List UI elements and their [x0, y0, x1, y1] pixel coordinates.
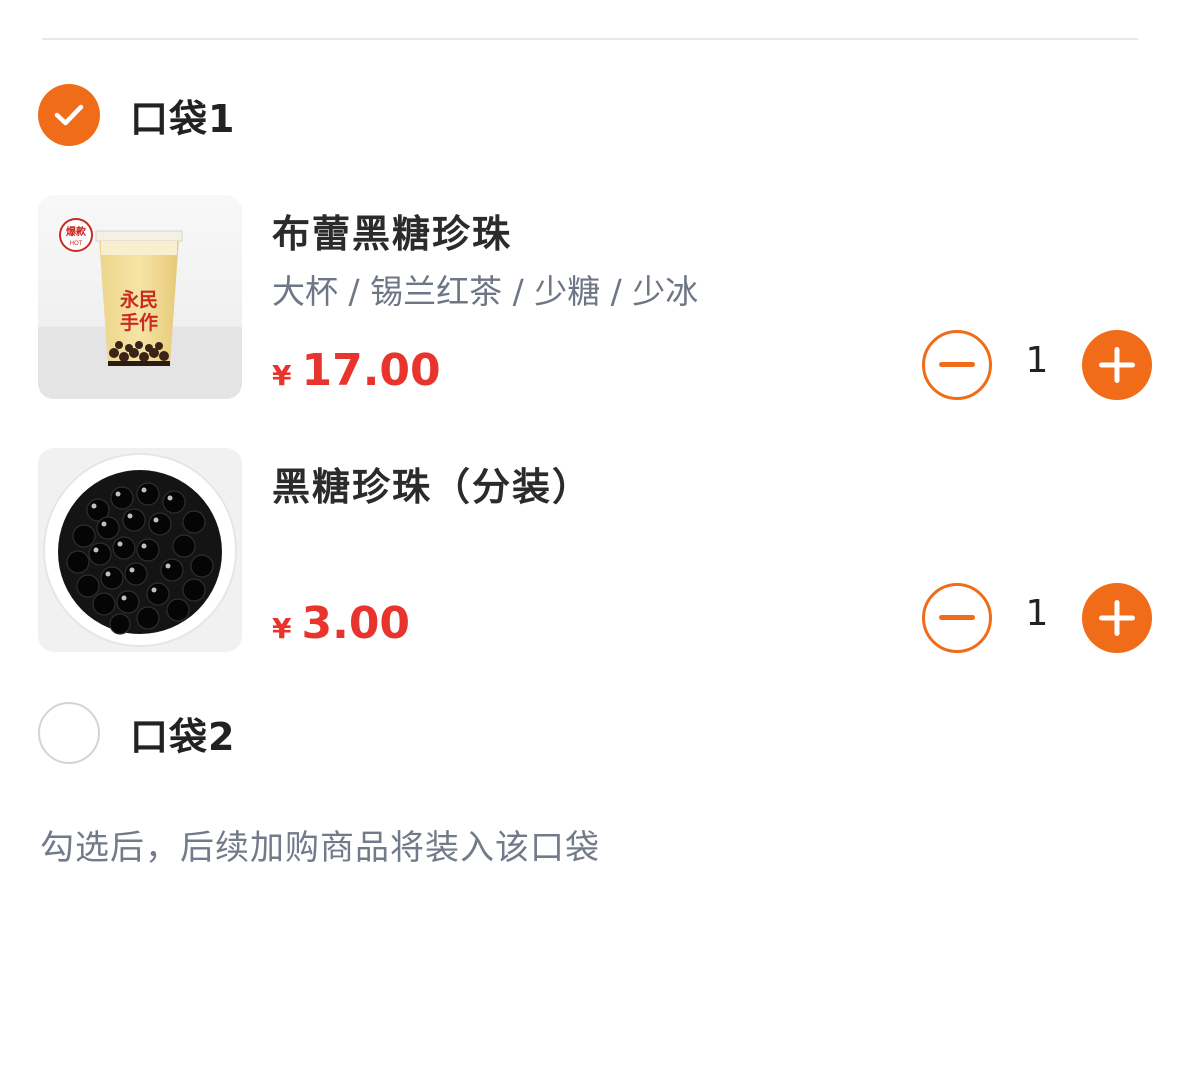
currency-symbol: ¥ [272, 359, 292, 392]
quantity-value: 1 [1025, 593, 1049, 634]
increase-quantity-button[interactable] [1082, 583, 1152, 653]
decrease-quantity-button[interactable] [922, 330, 992, 400]
currency-symbol: ¥ [272, 612, 292, 645]
bag-2-header[interactable]: 口袋2 [38, 702, 235, 764]
hot-badge-text: 爆款 [66, 225, 87, 238]
item-price: ¥ 17.00 [272, 345, 441, 396]
quantity-stepper: 1 [922, 330, 1154, 400]
plus-icon [1099, 600, 1135, 636]
checkmark-icon [54, 104, 84, 126]
quantity-value: 1 [1025, 340, 1049, 381]
minus-icon [939, 615, 975, 620]
bag-1-title: 口袋1 [130, 96, 236, 141]
bag-1-header[interactable]: 口袋1 [38, 84, 235, 146]
milk-tea-cup-image: 永民 手作 爆款 HOT [38, 195, 242, 399]
tapioca-pearls-bowl-image [38, 448, 242, 652]
hot-badge-subtext: HOT [70, 241, 83, 247]
bag-2-title: 口袋2 [130, 714, 236, 759]
minus-icon [939, 362, 975, 367]
price-amount: 3.00 [301, 598, 411, 649]
cart-item: 黑糖珍珠（分装） ¥ 3.00 1 [38, 448, 1158, 653]
bag-selection-page: 口袋1 永民 手作 爆款 HOT 布蕾黑糖珍珠 大杯 / 锡兰红茶 / 少糖 /… [0, 0, 1179, 1076]
bag-1-checkbox[interactable] [38, 84, 100, 146]
bag-2-checkbox[interactable] [38, 702, 100, 764]
brand-text-line1: 永民 [119, 288, 158, 311]
item-price: ¥ 3.00 [272, 598, 410, 649]
item-name: 黑糖珍珠（分装） [272, 465, 593, 509]
brand-text-line2: 手作 [120, 311, 158, 334]
item-spec: 大杯 / 锡兰红茶 / 少糖 / 少冰 [272, 272, 699, 311]
increase-quantity-button[interactable] [1082, 330, 1152, 400]
top-divider [42, 38, 1138, 40]
cart-item: 永民 手作 爆款 HOT 布蕾黑糖珍珠 大杯 / 锡兰红茶 / 少糖 / 少冰 … [38, 195, 1158, 400]
price-amount: 17.00 [301, 345, 441, 396]
bag-hint-text: 勾选后，后续加购商品将装入该口袋 [40, 828, 600, 868]
item-name: 布蕾黑糖珍珠 [272, 212, 513, 256]
quantity-stepper: 1 [922, 583, 1154, 653]
plus-icon [1099, 347, 1135, 383]
decrease-quantity-button[interactable] [922, 583, 992, 653]
